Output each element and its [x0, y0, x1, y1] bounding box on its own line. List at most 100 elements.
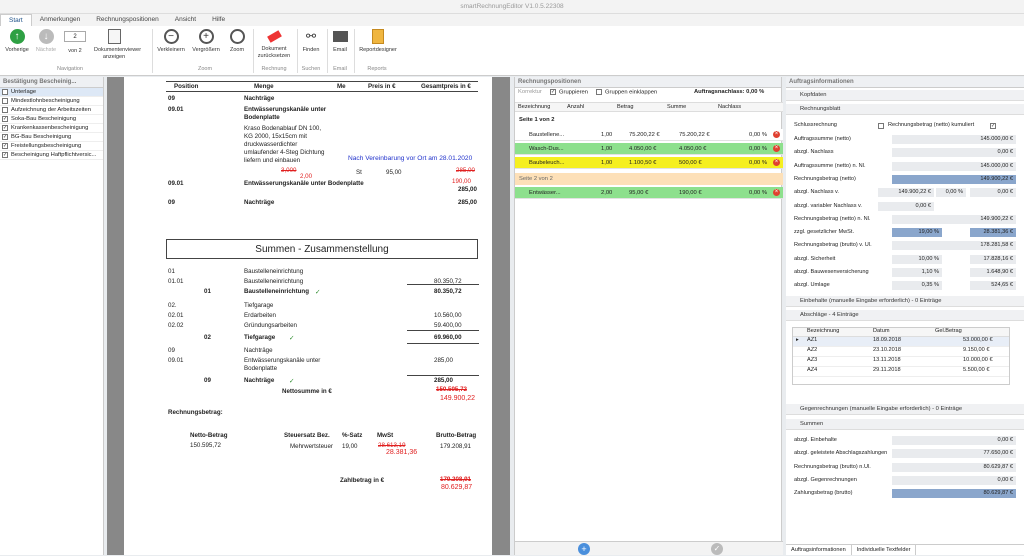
zoom-out-button[interactable]: − Verkleinern	[156, 29, 186, 54]
page-input[interactable]: 2	[64, 31, 86, 42]
abschlag-row[interactable]: ▸ AZ1 18.09.2018 53.000,00 €	[793, 337, 1009, 347]
row-value-field[interactable]: 149.900,22 €	[892, 214, 1016, 224]
certificate-checkbox[interactable]	[2, 89, 8, 95]
section-einbehalte[interactable]: Einbehalte (manuelle Eingabe erforderlic…	[786, 296, 1024, 307]
summen-value[interactable]: 80.629,87 €	[892, 462, 1016, 472]
row-value-field[interactable]: 0,00 €	[970, 188, 1016, 198]
col-nachlass[interactable]: Nachlass	[718, 104, 741, 110]
reportdesigner-button[interactable]: Reportdesigner	[357, 29, 399, 54]
zoom-dropdown[interactable]: Zoom	[225, 29, 249, 54]
row-value-field[interactable]: 178.281,58 €	[892, 241, 1016, 251]
abschlag-row[interactable]: AZ3 13.11.2018 10.000,00 €	[793, 357, 1009, 367]
tab-start[interactable]: Start	[0, 14, 32, 26]
certificate-checkbox[interactable]	[2, 107, 8, 113]
row-percent-field[interactable]: 0,00 %	[936, 188, 966, 198]
add-icon[interactable]: +	[578, 543, 590, 555]
zahlbetrag-new[interactable]: 80.629,87	[441, 484, 472, 491]
certificate-item[interactable]: Unterlage	[0, 88, 103, 97]
certificate-item[interactable]: ✓ BG-Bau Bescheinigung	[0, 133, 103, 142]
position-row[interactable]: Wasch-Dus... 1,00 4.050,00 € 4.050,00 € 0,00…	[515, 143, 783, 155]
abschlag-row[interactable]: AZ2 23.10.2018 9.150,00 €	[793, 347, 1009, 357]
certificate-checkbox[interactable]: ✓	[2, 125, 8, 131]
certificate-checkbox[interactable]	[2, 98, 8, 104]
quantity-new[interactable]: 2,00	[300, 173, 312, 180]
find-button[interactable]: ⚯ Finden	[299, 29, 323, 54]
certificate-checkbox[interactable]: ✓	[2, 116, 8, 122]
certificate-item[interactable]: ✓ Bescheinigung Haftpflichtversic...	[0, 151, 103, 160]
zoom-in-button[interactable]: + Vergrößern	[191, 29, 221, 54]
mwst-new[interactable]: 28.381,36	[386, 449, 417, 456]
certificate-item[interactable]: Aufzeichnung der Arbeitszeiten	[0, 106, 103, 115]
certificate-checkbox[interactable]: ✓	[2, 152, 8, 158]
tab-textfelder[interactable]: Individuelle Textfelder	[852, 545, 917, 555]
certificate-checkbox[interactable]: ✓	[2, 143, 8, 149]
position-row[interactable]: Baubeleuch... 1,00 1.100,50 € 500,00 € 0,00 …	[515, 157, 783, 169]
row-value-field[interactable]: 0,00 €	[892, 148, 1016, 158]
group-page-1[interactable]: Seite 1 von 2	[515, 115, 783, 126]
row-percent-field[interactable]: 19,00 %	[892, 228, 942, 238]
document-viewer-button[interactable]: Dokumentenviewer anzeigen	[94, 29, 141, 60]
netto-new[interactable]: 149.900,22	[440, 395, 475, 402]
section-abschlaege[interactable]: Abschläge - 4 Einträge	[786, 310, 1024, 321]
position-row[interactable]: Baustellene... 1,00 75.200,22 € 75.200,22 €…	[515, 129, 783, 141]
section-gegenrechnungen[interactable]: Gegenrechnungen (manuelle Eingabe erford…	[786, 404, 1024, 415]
certificate-item[interactable]: Mindestlohnbescheinigung	[0, 97, 103, 106]
delete-icon[interactable]: ×	[773, 131, 780, 138]
certificate-checkbox[interactable]: ✓	[2, 134, 8, 140]
tab-anmerkungen[interactable]: Anmerkungen	[32, 14, 88, 26]
reset-document-button[interactable]: Dokument zurücksetzen	[255, 29, 293, 59]
row-value-field[interactable]: 524,65 €	[970, 281, 1016, 291]
section-kopfdaten[interactable]: Kopfdaten	[786, 90, 1024, 101]
check-icon[interactable]: ✓	[711, 543, 723, 555]
row-value-field[interactable]: 145.000,00 €	[892, 135, 1016, 144]
next-button[interactable]: ↓ Nächste	[33, 29, 59, 54]
tab-rechnungspositionen[interactable]: Rechnungspositionen	[88, 14, 167, 26]
section-summen[interactable]: Summen	[786, 419, 1024, 430]
summen-value[interactable]: 80.629,87 €	[892, 489, 1016, 499]
row-value-field[interactable]: 1.648,90 €	[970, 268, 1016, 277]
row-percent-field[interactable]: 10,00 %	[892, 254, 942, 264]
tab-auftragsinformationen[interactable]: Auftragsinformationen	[786, 545, 852, 555]
tab-ansicht[interactable]: Ansicht	[167, 14, 204, 26]
section-rechnungsblatt[interactable]: Rechnungsblatt	[786, 104, 1024, 115]
summen-value[interactable]: 0,00 €	[892, 436, 1016, 445]
email-button[interactable]: Email	[329, 29, 351, 54]
col-betrag[interactable]: Betrag	[617, 104, 633, 110]
row-value-field[interactable]: 17.828,16 €	[970, 254, 1016, 264]
col-anzahl[interactable]: Anzahl	[567, 104, 584, 110]
abschlag-row[interactable]: AZ4 29.11.2018 5.500,00 €	[793, 367, 1009, 377]
delete-icon[interactable]: ×	[773, 145, 780, 152]
summen-value[interactable]: 0,00 €	[892, 475, 1016, 485]
previous-button[interactable]: ↑ Vorherige	[4, 29, 30, 54]
total-new[interactable]: 190,00	[452, 178, 471, 185]
korrektur-toggle[interactable]: Korrektur	[518, 89, 542, 95]
delete-icon[interactable]: ×	[773, 189, 780, 196]
col-bezeichnung[interactable]: Bezeichnung	[518, 104, 550, 110]
row-value-field[interactable]: 28.381,36 €	[970, 228, 1016, 238]
schlussrechnung-checkbox[interactable]	[878, 123, 884, 129]
group-page-2[interactable]: Seite 2 von 2	[515, 173, 783, 185]
row-percent-field[interactable]: 0,35 %	[892, 281, 942, 291]
row-base-field[interactable]: 149.900,22 €	[878, 188, 934, 198]
row-percent-field[interactable]: 1,10 %	[892, 268, 942, 277]
certificate-item[interactable]: ✓ Soka-Bau Bescheinigung	[0, 115, 103, 124]
tab-hilfe[interactable]: Hilfe	[204, 14, 233, 26]
row-base-field[interactable]: 0,00 €	[878, 201, 934, 211]
kumuliert-checkbox[interactable]: ✓	[990, 123, 996, 129]
row-value-field[interactable]: 149.900,22 €	[892, 174, 1016, 184]
position-row[interactable]: Entwässer... 2,00 95,00 € 190,00 € 0,00 % ×	[515, 187, 783, 199]
col-datum[interactable]: Datum	[873, 328, 889, 334]
annotation-note[interactable]: Nach Vereinbarung vor Ort am 28.01.2020	[348, 155, 472, 162]
row-value-field[interactable]: 145.000,00 €	[892, 161, 1016, 171]
certificate-item[interactable]: ✓ Freistellungsbescheinigung	[0, 142, 103, 151]
col-betrag[interactable]: Gel.Betrag	[935, 328, 962, 334]
collapse-checkbox[interactable]: Gruppen einklappen	[596, 89, 657, 96]
col-bezeichnung[interactable]: Bezeichnung	[807, 328, 839, 334]
delete-icon[interactable]: ×	[773, 159, 780, 166]
summen-value[interactable]: 77.650,00 €	[892, 449, 1016, 459]
certificate-item[interactable]: ✓ Krankenkassenbescheinigung	[0, 124, 103, 133]
col-summe[interactable]: Summe	[667, 104, 686, 110]
row-label: abzgl. Nachlass	[794, 149, 834, 156]
group-checkbox[interactable]: ✓ Gruppieren	[550, 89, 588, 96]
checkmark-icon: ✓	[289, 378, 295, 385]
